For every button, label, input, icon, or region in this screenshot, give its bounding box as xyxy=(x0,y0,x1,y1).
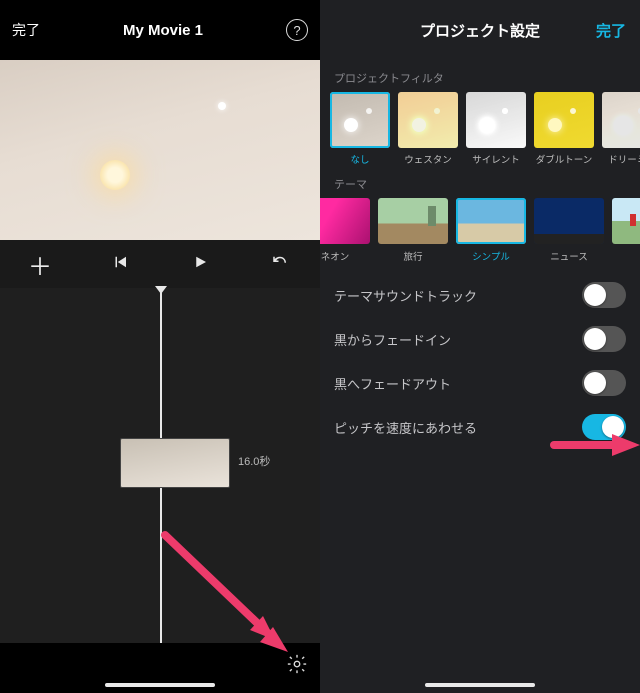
toggle-knob xyxy=(584,284,606,306)
setting-toggle[interactable] xyxy=(582,370,626,396)
filter-label: なし xyxy=(330,152,390,166)
timeline[interactable]: 16.0秒 xyxy=(0,288,320,643)
toggle-knob xyxy=(602,416,624,438)
filter-label: ドリーミー xyxy=(602,152,640,166)
section-themes-label: テーマ xyxy=(320,166,640,198)
setting-row: テーマサウンドトラック xyxy=(320,273,640,317)
theme-travel[interactable]: 旅行 xyxy=(378,198,448,263)
setting-row: 黒からフェードイン xyxy=(320,317,640,361)
home-indicator[interactable] xyxy=(425,683,535,687)
editor-bottom-bar xyxy=(0,643,320,693)
theme-neon[interactable]: ネオン xyxy=(320,198,370,263)
setting-toggle[interactable] xyxy=(582,414,626,440)
editor-screen: 完了 My Movie 1 ? ＋ 16.0秒 xyxy=(0,0,320,693)
filter-label: ダブルトーン xyxy=(534,152,594,166)
themes-strip[interactable]: ネオン旅行シンプルニュース xyxy=(320,198,640,263)
undo-button[interactable] xyxy=(265,253,295,276)
filter-swatch xyxy=(602,92,640,148)
setting-label: ピッチを速度にあわせる xyxy=(334,418,477,437)
filter-swatch xyxy=(534,92,594,148)
setting-toggle[interactable] xyxy=(582,326,626,352)
theme-people[interactable] xyxy=(612,198,640,263)
setting-label: 黒からフェードイン xyxy=(334,330,451,349)
setting-row: ピッチを速度にあわせる xyxy=(320,405,640,449)
toggle-knob xyxy=(584,328,606,350)
toggle-knob xyxy=(584,372,606,394)
theme-label: ニュース xyxy=(534,249,604,263)
theme-label: ネオン xyxy=(320,249,370,263)
settings-header: プロジェクト設定 完了 xyxy=(320,0,640,60)
theme-news[interactable]: ニュース xyxy=(534,198,604,263)
skip-start-button[interactable] xyxy=(105,253,135,276)
theme-label: 旅行 xyxy=(378,249,448,263)
filter-swatch xyxy=(330,92,390,148)
filter-label: ウェスタン xyxy=(398,152,458,166)
project-settings-screen: プロジェクト設定 完了 プロジェクトフィルタ なしウェスタンサイレントダブルトー… xyxy=(320,0,640,693)
setting-label: 黒へフェードアウト xyxy=(334,374,451,393)
setting-label: テーマサウンドトラック xyxy=(334,286,477,305)
help-icon[interactable]: ? xyxy=(286,19,308,41)
add-media-button[interactable]: ＋ xyxy=(25,247,55,282)
section-filters-label: プロジェクトフィルタ xyxy=(320,60,640,92)
filters-strip[interactable]: なしウェスタンサイレントダブルトーンドリーミー xyxy=(320,92,640,166)
theme-swatch xyxy=(612,198,640,244)
theme-swatch xyxy=(456,198,526,244)
filter-swatch xyxy=(466,92,526,148)
gear-icon[interactable] xyxy=(286,653,308,675)
filter-silent[interactable]: サイレント xyxy=(466,92,526,166)
settings-list: テーマサウンドトラック黒からフェードイン黒へフェードアウトピッチを速度にあわせる xyxy=(320,273,640,449)
home-indicator[interactable] xyxy=(105,683,215,687)
preview-light xyxy=(100,160,130,190)
timeline-clip[interactable] xyxy=(120,438,230,488)
theme-swatch xyxy=(534,198,604,244)
transport-bar: ＋ xyxy=(0,240,320,288)
theme-swatch xyxy=(320,198,370,244)
filter-dreamy[interactable]: ドリーミー xyxy=(602,92,640,166)
setting-row: 黒へフェードアウト xyxy=(320,361,640,405)
theme-swatch xyxy=(378,198,448,244)
done-button-right[interactable]: 完了 xyxy=(596,20,626,41)
filter-western[interactable]: ウェスタン xyxy=(398,92,458,166)
filter-swatch xyxy=(398,92,458,148)
done-button-left[interactable]: 完了 xyxy=(12,20,40,40)
project-title: My Movie 1 xyxy=(123,22,203,39)
theme-label: シンプル xyxy=(456,249,526,263)
preview-light-small xyxy=(218,102,226,110)
theme-simple[interactable]: シンプル xyxy=(456,198,526,263)
setting-toggle[interactable] xyxy=(582,282,626,308)
settings-title: プロジェクト設定 xyxy=(420,20,540,41)
play-button[interactable] xyxy=(185,253,215,276)
video-preview[interactable] xyxy=(0,60,320,240)
filter-none[interactable]: なし xyxy=(330,92,390,166)
editor-header: 完了 My Movie 1 ? xyxy=(0,0,320,60)
clip-duration-label: 16.0秒 xyxy=(238,453,270,469)
filter-label: サイレント xyxy=(466,152,526,166)
filter-duo[interactable]: ダブルトーン xyxy=(534,92,594,166)
